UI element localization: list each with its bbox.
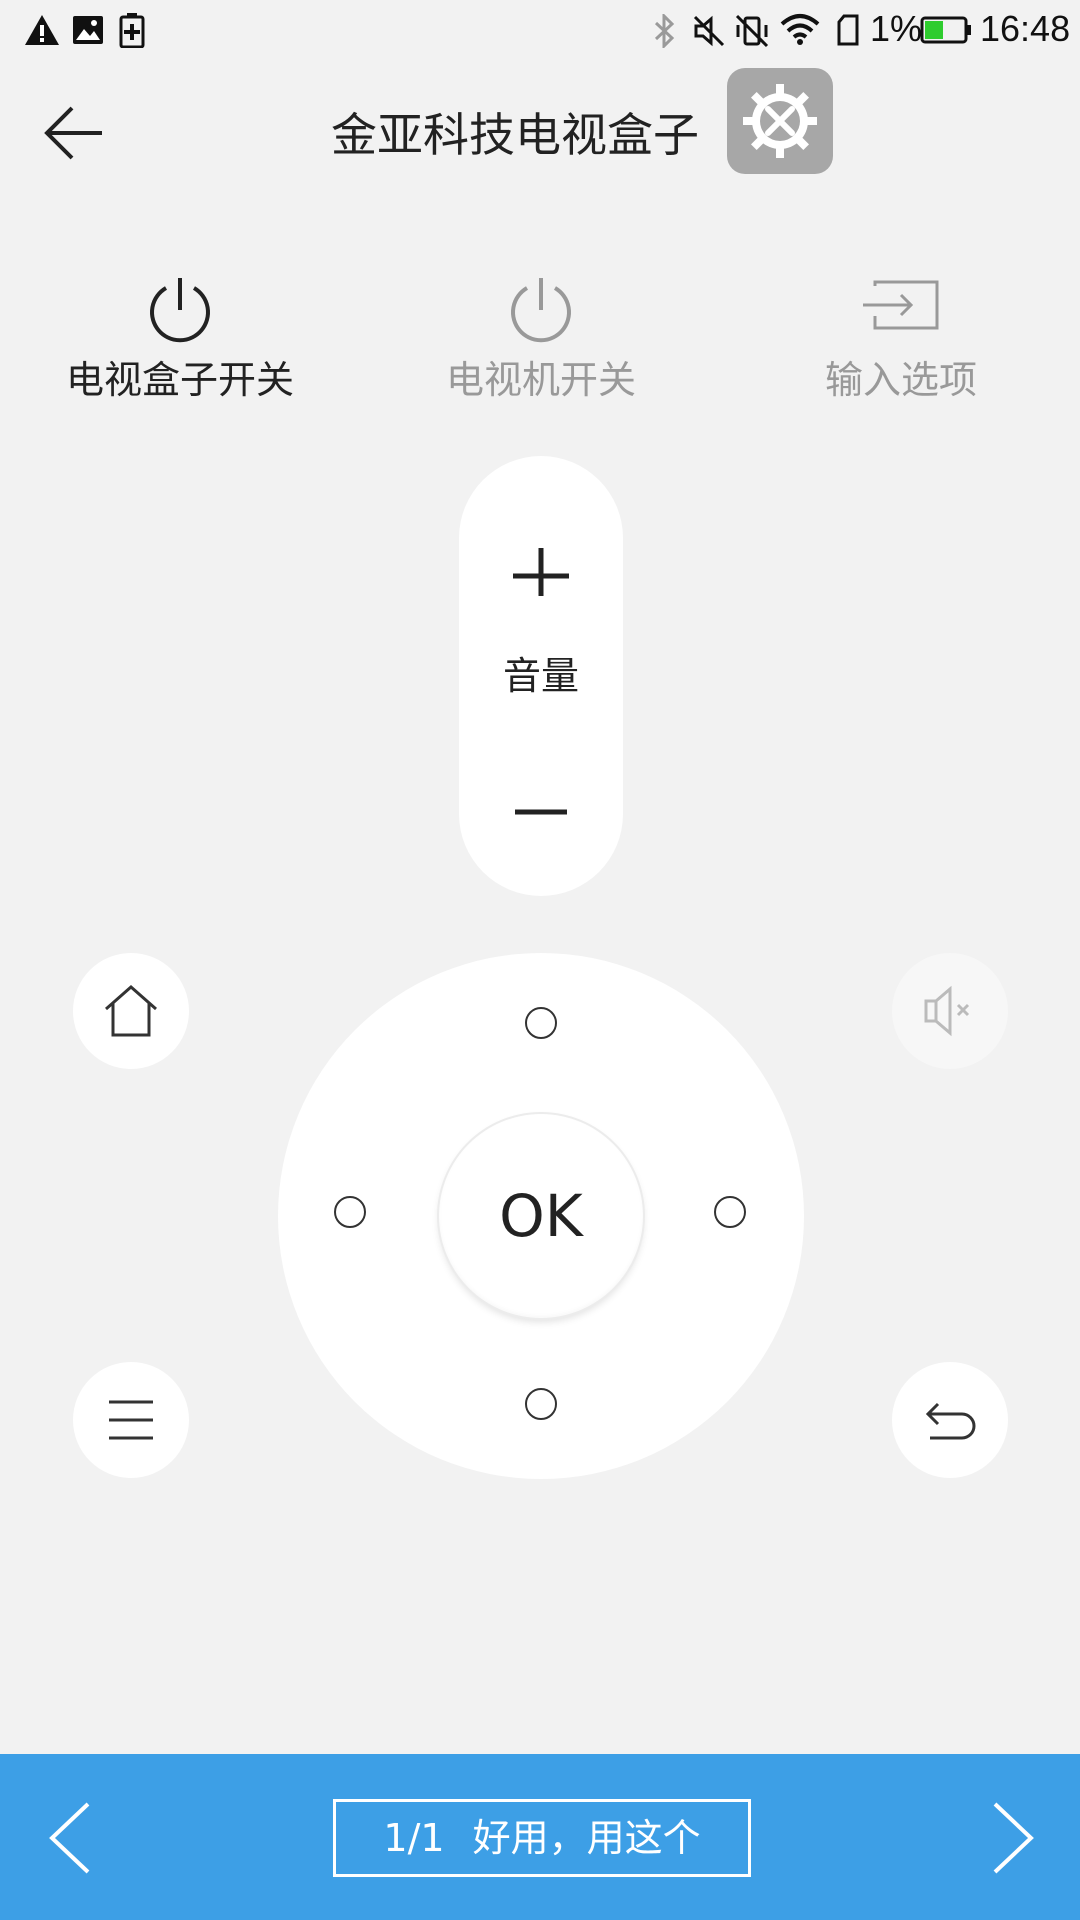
volume-label: 音量 — [502, 654, 579, 698]
settings-button[interactable] — [727, 68, 833, 174]
input-source-icon — [863, 280, 939, 330]
power-icon — [150, 278, 210, 343]
minus-icon — [515, 809, 567, 815]
return-button[interactable] — [892, 1362, 1008, 1478]
confirm-label: 好用，用这个 — [472, 1816, 701, 1860]
vibrate-off-icon — [735, 14, 769, 48]
volume-control: 音量 — [459, 456, 623, 896]
wifi-icon — [780, 14, 820, 45]
speaker-mute-icon — [924, 985, 970, 1037]
arrow-left-icon — [44, 106, 102, 160]
use-this-remote-button[interactable]: 1/1 好用，用这个 — [333, 1799, 751, 1877]
dpad-right-button[interactable] — [714, 1196, 746, 1228]
dpad-left-button[interactable] — [334, 1196, 366, 1228]
dpad: OK — [278, 953, 804, 1479]
gear-tools-icon — [743, 84, 817, 158]
return-icon — [925, 1402, 976, 1440]
plus-icon — [513, 548, 569, 604]
next-button[interactable] — [975, 1794, 1065, 1884]
tv-box-power-button[interactable]: 电视盒子开关 — [30, 270, 330, 410]
dpad-down-button[interactable] — [525, 1388, 557, 1420]
input-source-label: 输入选项 — [824, 358, 977, 402]
battery-saver-icon — [119, 13, 145, 48]
page-indicator: 1/1 — [383, 1816, 445, 1860]
warning-icon — [25, 15, 59, 45]
tv-box-power-label: 电视盒子开关 — [65, 358, 294, 402]
back-button[interactable] — [30, 90, 120, 180]
tv-power-button[interactable]: 电视机开关 — [391, 270, 691, 410]
tv-power-label: 电视机开关 — [445, 358, 636, 402]
image-icon — [73, 16, 103, 44]
battery-icon — [920, 16, 971, 44]
menu-icon — [109, 1400, 153, 1440]
battery-percent: 1% — [870, 8, 923, 49]
page-title: 金亚科技电视盒子 — [331, 108, 699, 162]
ok-button[interactable]: OK — [439, 1114, 643, 1318]
sim-icon — [837, 14, 859, 46]
bottom-bar: 1/1 好用，用这个 — [0, 1754, 1080, 1920]
dpad-up-button[interactable] — [525, 1007, 557, 1039]
status-time: 16:48 — [980, 8, 1071, 49]
chevron-left-icon — [49, 1802, 90, 1874]
mute-button[interactable] — [892, 953, 1008, 1069]
volume-down-button[interactable] — [459, 756, 623, 856]
input-source-button[interactable]: 输入选项 — [751, 270, 1051, 410]
power-icon — [511, 278, 571, 343]
home-icon — [105, 985, 157, 1037]
chevron-right-icon — [993, 1802, 1034, 1874]
bluetooth-icon — [654, 14, 675, 48]
mute-icon — [693, 15, 725, 47]
menu-button[interactable] — [73, 1362, 189, 1478]
previous-button[interactable] — [40, 1794, 130, 1884]
volume-up-button[interactable] — [459, 496, 623, 604]
home-button[interactable] — [73, 953, 189, 1069]
status-bar: 1% 16:48 — [0, 0, 1080, 64]
